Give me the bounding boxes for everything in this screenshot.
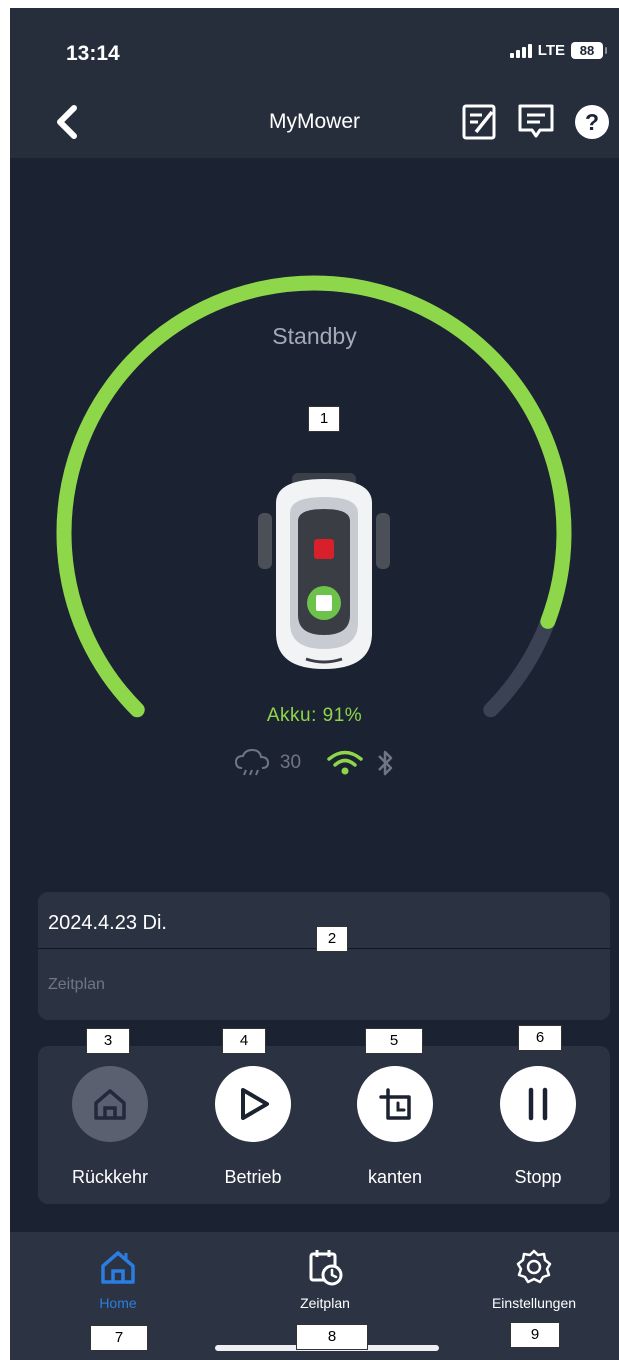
pause-icon	[528, 1087, 548, 1121]
tab-schedule-label: Zeitplan	[300, 1295, 350, 1311]
clock: 13:14	[66, 42, 120, 65]
edit-note-icon[interactable]	[460, 102, 500, 142]
wifi-icon	[327, 750, 363, 775]
annotation-marker-4: 4	[222, 1028, 266, 1054]
annotation-marker-7: 7	[90, 1325, 148, 1351]
bluetooth-icon	[378, 750, 393, 776]
mower-state: Standby	[272, 323, 357, 349]
annotation-marker-2: 2	[316, 926, 348, 952]
battery-icon: 88	[571, 42, 607, 59]
play-icon	[241, 1088, 269, 1120]
edge-cut-icon	[379, 1088, 411, 1120]
annotation-marker-3: 3	[86, 1028, 130, 1054]
gear-icon	[516, 1249, 552, 1284]
edge-cut-button[interactable]: kanten	[335, 1066, 455, 1188]
app-screen: 13:14 LTE 88 MyMower ? Standby 1 Akku: 9…	[10, 8, 619, 1360]
svg-text:?: ?	[585, 109, 599, 135]
rain-cloud-icon	[234, 748, 269, 776]
status-bar: 13:14 LTE 88	[10, 8, 619, 90]
return-button-circle[interactable]	[72, 1066, 148, 1142]
operate-button[interactable]: Betrieb	[193, 1066, 313, 1188]
help-icon[interactable]: ?	[572, 102, 612, 142]
stop-button[interactable]: Stopp	[478, 1066, 598, 1188]
signal-icon	[509, 43, 532, 58]
annotation-marker-5: 5	[365, 1028, 423, 1054]
connectivity-indicators: 30	[10, 748, 619, 778]
tab-home[interactable]: Home	[76, 1248, 160, 1311]
edge-button-circle[interactable]	[357, 1066, 433, 1142]
annotation-marker-6: 6	[518, 1025, 562, 1051]
tab-settings-label: Einstellungen	[491, 1295, 577, 1311]
edge-label: kanten	[367, 1167, 423, 1187]
return-label: Rückkehr	[71, 1167, 149, 1187]
stop-button-circle[interactable]	[500, 1066, 576, 1142]
schedule-date: 2024.4.23 Di.	[48, 912, 167, 934]
home-icon	[101, 1251, 135, 1284]
schedule-label: Zeitplan	[48, 976, 105, 993]
mower-status-panel: Standby 1 Akku: 91% 30	[10, 158, 619, 888]
schedule-card[interactable]: 2024.4.23 Di. Zeitplan	[38, 892, 610, 1020]
tab-settings[interactable]: Einstellungen	[470, 1248, 598, 1311]
tab-home-label: Home	[99, 1295, 137, 1311]
control-panel: Rückkehr Betrieb kanten Stopp	[38, 1046, 610, 1204]
tab-schedule[interactable]: Zeitplan	[280, 1248, 370, 1311]
calendar-clock-icon	[309, 1250, 343, 1286]
app-header: MyMower ?	[10, 90, 619, 158]
message-icon[interactable]	[516, 102, 556, 142]
status-indicators: LTE 88	[509, 42, 607, 59]
annotation-marker-1: 1	[308, 406, 340, 432]
annotation-marker-9: 9	[510, 1322, 560, 1348]
operate-label: Betrieb	[224, 1167, 282, 1187]
operate-button-circle[interactable]	[215, 1066, 291, 1142]
mower-image	[258, 473, 390, 669]
stop-label: Stopp	[514, 1167, 562, 1187]
rain-value: 30	[279, 752, 302, 773]
battery-level-label: Akku: 91%	[266, 705, 363, 726]
return-home-button[interactable]: Rückkehr	[50, 1066, 170, 1188]
annotation-marker-8: 8	[296, 1324, 368, 1350]
network-type: LTE	[537, 42, 565, 59]
home-icon	[94, 1089, 126, 1120]
